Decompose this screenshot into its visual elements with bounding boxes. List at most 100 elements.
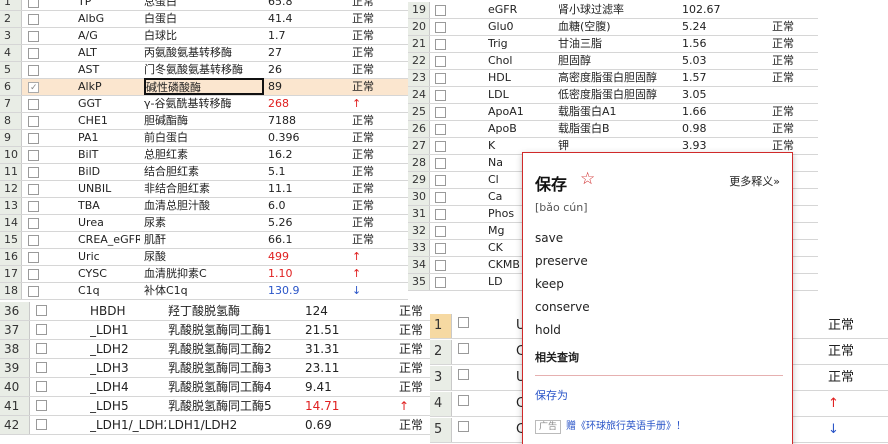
- row-checkbox[interactable]: [36, 305, 47, 316]
- row-checkbox[interactable]: [435, 5, 446, 16]
- table-row[interactable]: 16 Uric 尿酸 499 ↑: [0, 249, 415, 266]
- table-row[interactable]: 26 ApoB 载脂蛋白B 0.98 正常: [408, 121, 818, 138]
- row-checkbox[interactable]: [435, 56, 446, 67]
- table-row[interactable]: 14 Urea 尿素 5.26 正常: [0, 215, 415, 232]
- row-checkbox[interactable]: [28, 235, 39, 246]
- table-row[interactable]: 13 TBA 血清总胆汁酸 6.0 正常: [0, 198, 415, 215]
- table-row[interactable]: 8 CHE1 胆碱酯酶 7188 正常: [0, 113, 415, 130]
- item-name[interactable]: 门冬氨酸氨基转移酶: [144, 62, 260, 78]
- row-checkbox[interactable]: [28, 218, 39, 229]
- item-name[interactable]: 结合胆红素: [144, 164, 260, 180]
- row-checkbox[interactable]: [435, 277, 446, 288]
- row-checkbox[interactable]: [28, 0, 39, 8]
- row-checkbox[interactable]: [28, 201, 39, 212]
- row-checkbox[interactable]: [28, 14, 39, 25]
- row-checkbox[interactable]: [28, 65, 39, 76]
- row-checkbox[interactable]: [458, 421, 469, 432]
- row-checkbox[interactable]: [36, 381, 47, 392]
- row-checkbox[interactable]: [28, 167, 39, 178]
- row-checkbox[interactable]: [28, 133, 39, 144]
- row-checkbox[interactable]: [28, 286, 39, 297]
- row-checkbox[interactable]: [435, 226, 446, 237]
- row-checkbox[interactable]: [28, 116, 39, 127]
- row-checkbox[interactable]: [36, 324, 47, 335]
- row-checkbox[interactable]: [28, 184, 39, 195]
- table-row[interactable]: 2 AlbG 白蛋白 41.4 正常: [0, 11, 415, 28]
- table-row[interactable]: 41 _LDH5 乳酸脱氢酶同工酶5 14.71 ↑: [0, 397, 430, 416]
- item-name[interactable]: 白球比: [144, 28, 260, 44]
- table-row[interactable]: 4 ALT 丙氨酸氨基转移酶 27 正常: [0, 45, 415, 62]
- item-name[interactable]: 总蛋白: [144, 0, 260, 10]
- item-name[interactable]: 总胆红素: [144, 147, 260, 163]
- table-row[interactable]: 5 AST 门冬氨酸氨基转移酶 26 正常: [0, 62, 415, 79]
- table-row[interactable]: 9 PA1 前白蛋白 0.396 正常: [0, 130, 415, 147]
- item-name[interactable]: 肌酐: [144, 232, 260, 248]
- row-checkbox[interactable]: [435, 22, 446, 33]
- table-row[interactable]: 7 GGT γ-谷氨酰基转移酶 268 ↑: [0, 96, 415, 113]
- item-name[interactable]: 白蛋白: [144, 11, 260, 27]
- row-checkbox[interactable]: [435, 141, 446, 152]
- table-row[interactable]: 24 LDL 低密度脂蛋白胆固醇 3.05: [408, 87, 818, 104]
- row-checkbox[interactable]: [28, 82, 39, 93]
- row-checkbox[interactable]: [36, 362, 47, 373]
- table-row[interactable]: 20 Glu0 血糖(空腹) 5.24 正常: [408, 19, 818, 36]
- row-checkbox[interactable]: [458, 395, 469, 406]
- table-row[interactable]: 10 BilT 总胆红素 16.2 正常: [0, 147, 415, 164]
- table-row[interactable]: 25 ApoA1 载脂蛋白A1 1.66 正常: [408, 104, 818, 121]
- row-checkbox[interactable]: [435, 209, 446, 220]
- table-row[interactable]: 22 Chol 胆固醇 5.03 正常: [408, 53, 818, 70]
- row-checkbox[interactable]: [435, 158, 446, 169]
- item-name[interactable]: 血清胱抑素C: [144, 266, 260, 282]
- row-checkbox[interactable]: [458, 343, 469, 354]
- table-row[interactable]: 23 HDL 高密度脂蛋白胆固醇 1.57 正常: [408, 70, 818, 87]
- row-checkbox[interactable]: [435, 175, 446, 186]
- row-checkbox[interactable]: [435, 124, 446, 135]
- row-checkbox[interactable]: [435, 73, 446, 84]
- table-row[interactable]: 39 _LDH3 乳酸脱氢酶同工酶3 23.11 正常: [0, 359, 430, 378]
- item-name[interactable]: 补体C1q: [144, 283, 260, 299]
- ad-link[interactable]: 广告 赠《环球旅行英语手册》！: [535, 417, 686, 434]
- item-name[interactable]: 血清总胆汁酸: [144, 198, 260, 214]
- row-checkbox[interactable]: [435, 192, 446, 203]
- row-checkbox[interactable]: [435, 90, 446, 101]
- table-row[interactable]: 3 A/G 白球比 1.7 正常: [0, 28, 415, 45]
- table-row[interactable]: 19 eGFR 肾小球过滤率 102.67: [408, 2, 818, 19]
- row-checkbox[interactable]: [458, 317, 469, 328]
- item-name[interactable]: 尿酸: [144, 249, 260, 265]
- table-row[interactable]: 15 CREA_eGFR 肌酐 66.1 正常: [0, 232, 415, 249]
- table-row[interactable]: 12 UNBIL 非结合胆红素 11.1 正常: [0, 181, 415, 198]
- table-row[interactable]: 17 CYSC 血清胱抑素C 1.10 ↑: [0, 266, 415, 283]
- more-definitions-link[interactable]: 更多释义»: [729, 173, 780, 189]
- table-row[interactable]: 11 BilD 结合胆红素 5.1 正常: [0, 164, 415, 181]
- table-row[interactable]: 42 _LDH1/_LDH2 LDH1/LDH2 0.69 正常: [0, 416, 430, 435]
- table-row[interactable]: 21 Trig 甘油三脂 1.56 正常: [408, 36, 818, 53]
- favorite-star-icon[interactable]: ☆: [580, 169, 595, 189]
- row-checkbox[interactable]: [435, 243, 446, 254]
- row-checkbox[interactable]: [435, 107, 446, 118]
- table-row[interactable]: 37 _LDH1 乳酸脱氢酶同工酶1 21.51 正常: [0, 321, 430, 340]
- table-row[interactable]: 6 AlkP 碱性磷酸酶 89 正常: [0, 78, 415, 96]
- table-row[interactable]: 1 TP 总蛋白 65.8 正常: [0, 0, 415, 11]
- row-checkbox[interactable]: [36, 400, 47, 411]
- item-name[interactable]: 胆碱酯酶: [144, 113, 260, 129]
- related-query-link[interactable]: 保存为: [535, 387, 568, 403]
- row-checkbox[interactable]: [36, 419, 47, 430]
- row-checkbox[interactable]: [458, 369, 469, 380]
- item-name[interactable]: 前白蛋白: [144, 130, 260, 146]
- row-checkbox[interactable]: [435, 39, 446, 50]
- row-checkbox[interactable]: [28, 99, 39, 110]
- item-name[interactable]: 丙氨酸氨基转移酶: [144, 45, 260, 61]
- table-row[interactable]: 40 _LDH4 乳酸脱氢酶同工酶4 9.41 正常: [0, 378, 430, 397]
- row-checkbox[interactable]: [28, 48, 39, 59]
- row-checkbox[interactable]: [28, 150, 39, 161]
- item-name[interactable]: γ-谷氨酰基转移酶: [144, 96, 260, 112]
- row-checkbox[interactable]: [28, 269, 39, 280]
- table-row[interactable]: 38 _LDH2 乳酸脱氢酶同工酶2 31.31 正常: [0, 340, 430, 359]
- item-name[interactable]: 碱性磷酸酶: [144, 78, 264, 95]
- row-checkbox[interactable]: [36, 343, 47, 354]
- item-name[interactable]: 尿素: [144, 215, 260, 231]
- table-row[interactable]: 18 C1q 补体C1q 130.9 ↓: [0, 283, 415, 300]
- row-checkbox[interactable]: [435, 260, 446, 271]
- item-name[interactable]: 非结合胆红素: [144, 181, 260, 197]
- table-row[interactable]: 36 HBDH 羟丁酸脱氢酶 124 正常: [0, 302, 430, 321]
